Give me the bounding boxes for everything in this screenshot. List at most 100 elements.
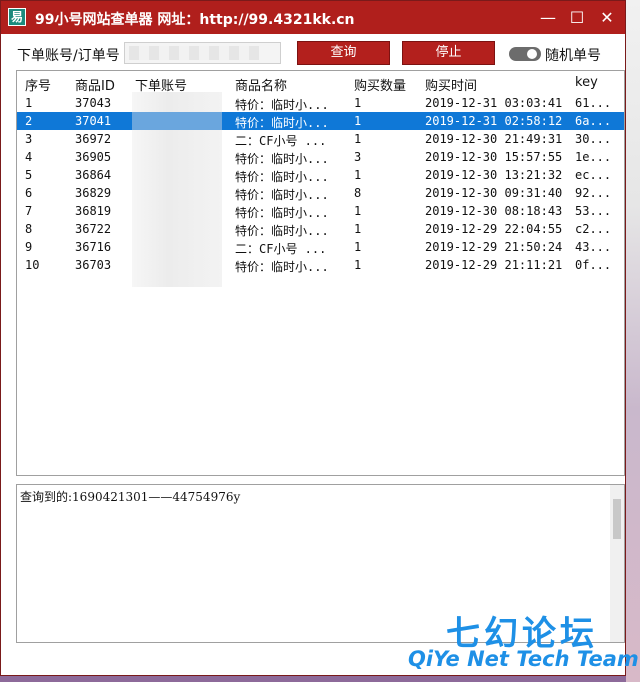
log-text: 查询到的:1690421301——44754976y: [20, 490, 241, 504]
forum-watermark: 七幻论坛 QiYe Net Tech Team: [408, 606, 640, 680]
minimize-button[interactable]: —: [533, 1, 563, 34]
table-cell: 2019-12-30 13:21:32: [425, 168, 563, 182]
table-cell: 8: [25, 222, 33, 236]
table-row[interactable]: 3 36972 二：CF小号 ... 1 2019-12-30 21:49:31 30..…: [17, 130, 624, 148]
table-cell: 3: [354, 150, 362, 164]
table-cell: 61...: [575, 96, 612, 110]
table-cell: 30...: [575, 132, 612, 146]
table-cell: 1: [354, 258, 362, 272]
query-button[interactable]: 查询: [297, 41, 390, 65]
column-header[interactable]: 商品ID: [75, 75, 115, 94]
table-cell: 2019-12-31 02:58:12: [425, 114, 563, 128]
table-cell: 92...: [575, 186, 612, 200]
watermark-en: QiYe Net Tech Team: [408, 647, 639, 671]
table-cell: 1: [354, 240, 362, 254]
scrollbar-thumb[interactable]: [613, 499, 621, 539]
table-cell: 9: [25, 240, 33, 254]
table-cell: 36722: [75, 222, 112, 236]
table-row[interactable]: 5 36864 特价：临时小... 1 2019-12-30 13:21:32 ec...: [17, 166, 624, 184]
table-row[interactable]: 4 36905 特价：临时小... 3 2019-12-30 15:57:55 1e...: [17, 148, 624, 166]
table-row[interactable]: 1 37043 特价：临时小... 1 2019-12-31 03:03:41 61...: [17, 94, 624, 112]
redacted-selected-account: [132, 112, 222, 130]
table-cell: 36905: [75, 150, 112, 164]
table-cell: 1: [354, 204, 362, 218]
window-title: 99小号网站查单器 网址：http://99.4321kk.cn: [35, 12, 355, 28]
table-cell: 2019-12-30 09:31:40: [425, 186, 563, 200]
maximize-button[interactable]: ☐: [562, 1, 592, 34]
order-table[interactable]: 序号 商品ID 下单账号 商品名称 购买数量 购买时间 key 1 37043 特价…: [16, 70, 625, 476]
title-bar[interactable]: 易 99小号网站查单器 网址：http://99.4321kk.cn — ☐ ✕: [1, 1, 625, 34]
table-cell: 特价：临时小...: [235, 260, 329, 274]
table-cell: 1: [25, 96, 33, 110]
table-cell: 1: [354, 222, 362, 236]
table-cell: 5: [25, 168, 33, 182]
table-cell: 2019-12-29 21:11:21: [425, 258, 563, 272]
table-cell: 8: [354, 186, 362, 200]
table-cell: 10: [25, 258, 40, 272]
table-cell: 43...: [575, 240, 612, 254]
table-cell: 特价：临时小...: [235, 170, 329, 184]
table-cell: 1e...: [575, 150, 612, 164]
table-cell: ec...: [575, 168, 612, 182]
table-cell: 特价：临时小...: [235, 98, 329, 112]
table-cell: 53...: [575, 204, 612, 218]
table-cell: 4: [25, 150, 33, 164]
app-icon: 易: [8, 8, 26, 26]
table-cell: 2: [25, 114, 33, 128]
column-header[interactable]: key: [575, 75, 598, 90]
column-header[interactable]: 购买时间: [425, 75, 477, 94]
table-cell: 36972: [75, 132, 112, 146]
table-cell: 2019-12-30 21:49:31: [425, 132, 563, 146]
app-window: 易 99小号网站查单器 网址：http://99.4321kk.cn — ☐ ✕…: [0, 0, 626, 676]
table-cell: 二：CF小号 ...: [235, 134, 327, 148]
table-cell: 7: [25, 204, 33, 218]
table-body: 1 37043 特价：临时小... 1 2019-12-31 03:03:41 61...…: [17, 94, 624, 274]
table-cell: 36829: [75, 186, 112, 200]
close-button[interactable]: ✕: [592, 1, 622, 34]
table-cell: 1: [354, 132, 362, 146]
table-cell: 6a...: [575, 114, 612, 128]
table-cell: 2019-12-30 08:18:43: [425, 204, 563, 218]
table-row[interactable]: 2 37041 特价：临时小... 1 2019-12-31 02:58:12 6a...: [17, 112, 624, 130]
table-cell: 36703: [75, 258, 112, 272]
table-row[interactable]: 8 36722 特价：临时小... 1 2019-12-29 22:04:55 c2...: [17, 220, 624, 238]
table-cell: 36819: [75, 204, 112, 218]
table-header: 序号 商品ID 下单账号 商品名称 购买数量 购买时间 key: [17, 73, 624, 94]
table-cell: 1: [354, 114, 362, 128]
column-header[interactable]: 商品名称: [235, 75, 287, 94]
table-cell: 37043: [75, 96, 112, 110]
table-cell: c2...: [575, 222, 612, 236]
table-cell: 6: [25, 186, 33, 200]
redacted-input-text: [129, 46, 259, 60]
table-cell: 1: [354, 96, 362, 110]
table-cell: 2019-12-30 15:57:55: [425, 150, 563, 164]
random-order-toggle[interactable]: [509, 47, 541, 61]
table-cell: 2019-12-29 21:50:24: [425, 240, 563, 254]
table-row[interactable]: 7 36819 特价：临时小... 1 2019-12-30 08:18:43 53...: [17, 202, 624, 220]
table-cell: 37041: [75, 114, 112, 128]
table-row[interactable]: 9 36716 二：CF小号 ... 1 2019-12-29 21:50:24 43..…: [17, 238, 624, 256]
order-query-input[interactable]: [124, 42, 281, 64]
column-header[interactable]: 序号: [25, 75, 51, 94]
stop-button[interactable]: 停止: [402, 41, 495, 65]
table-cell: 特价：临时小...: [235, 152, 329, 166]
table-cell: 2019-12-31 03:03:41: [425, 96, 563, 110]
order-query-label: 下单账号/订单号: [17, 48, 120, 64]
column-header[interactable]: 购买数量: [354, 75, 406, 94]
random-order-label: 随机单号: [545, 48, 601, 64]
background-window-edge: [626, 0, 640, 682]
table-cell: 特价：临时小...: [235, 224, 329, 238]
table-cell: 特价：临时小...: [235, 188, 329, 202]
table-cell: 3: [25, 132, 33, 146]
table-cell: 二：CF小号 ...: [235, 242, 327, 256]
table-cell: 特价：临时小...: [235, 206, 329, 220]
table-cell: 0f...: [575, 258, 612, 272]
table-cell: 特价：临时小...: [235, 116, 329, 130]
table-cell: 36716: [75, 240, 112, 254]
table-row[interactable]: 10 36703 特价：临时小... 1 2019-12-29 21:11:21 0f..…: [17, 256, 624, 274]
table-cell: 2019-12-29 22:04:55: [425, 222, 563, 236]
toggle-knob: [527, 49, 537, 59]
table-row[interactable]: 6 36829 特价：临时小... 8 2019-12-30 09:31:40 92...: [17, 184, 624, 202]
table-cell: 1: [354, 168, 362, 182]
table-cell: 36864: [75, 168, 112, 182]
